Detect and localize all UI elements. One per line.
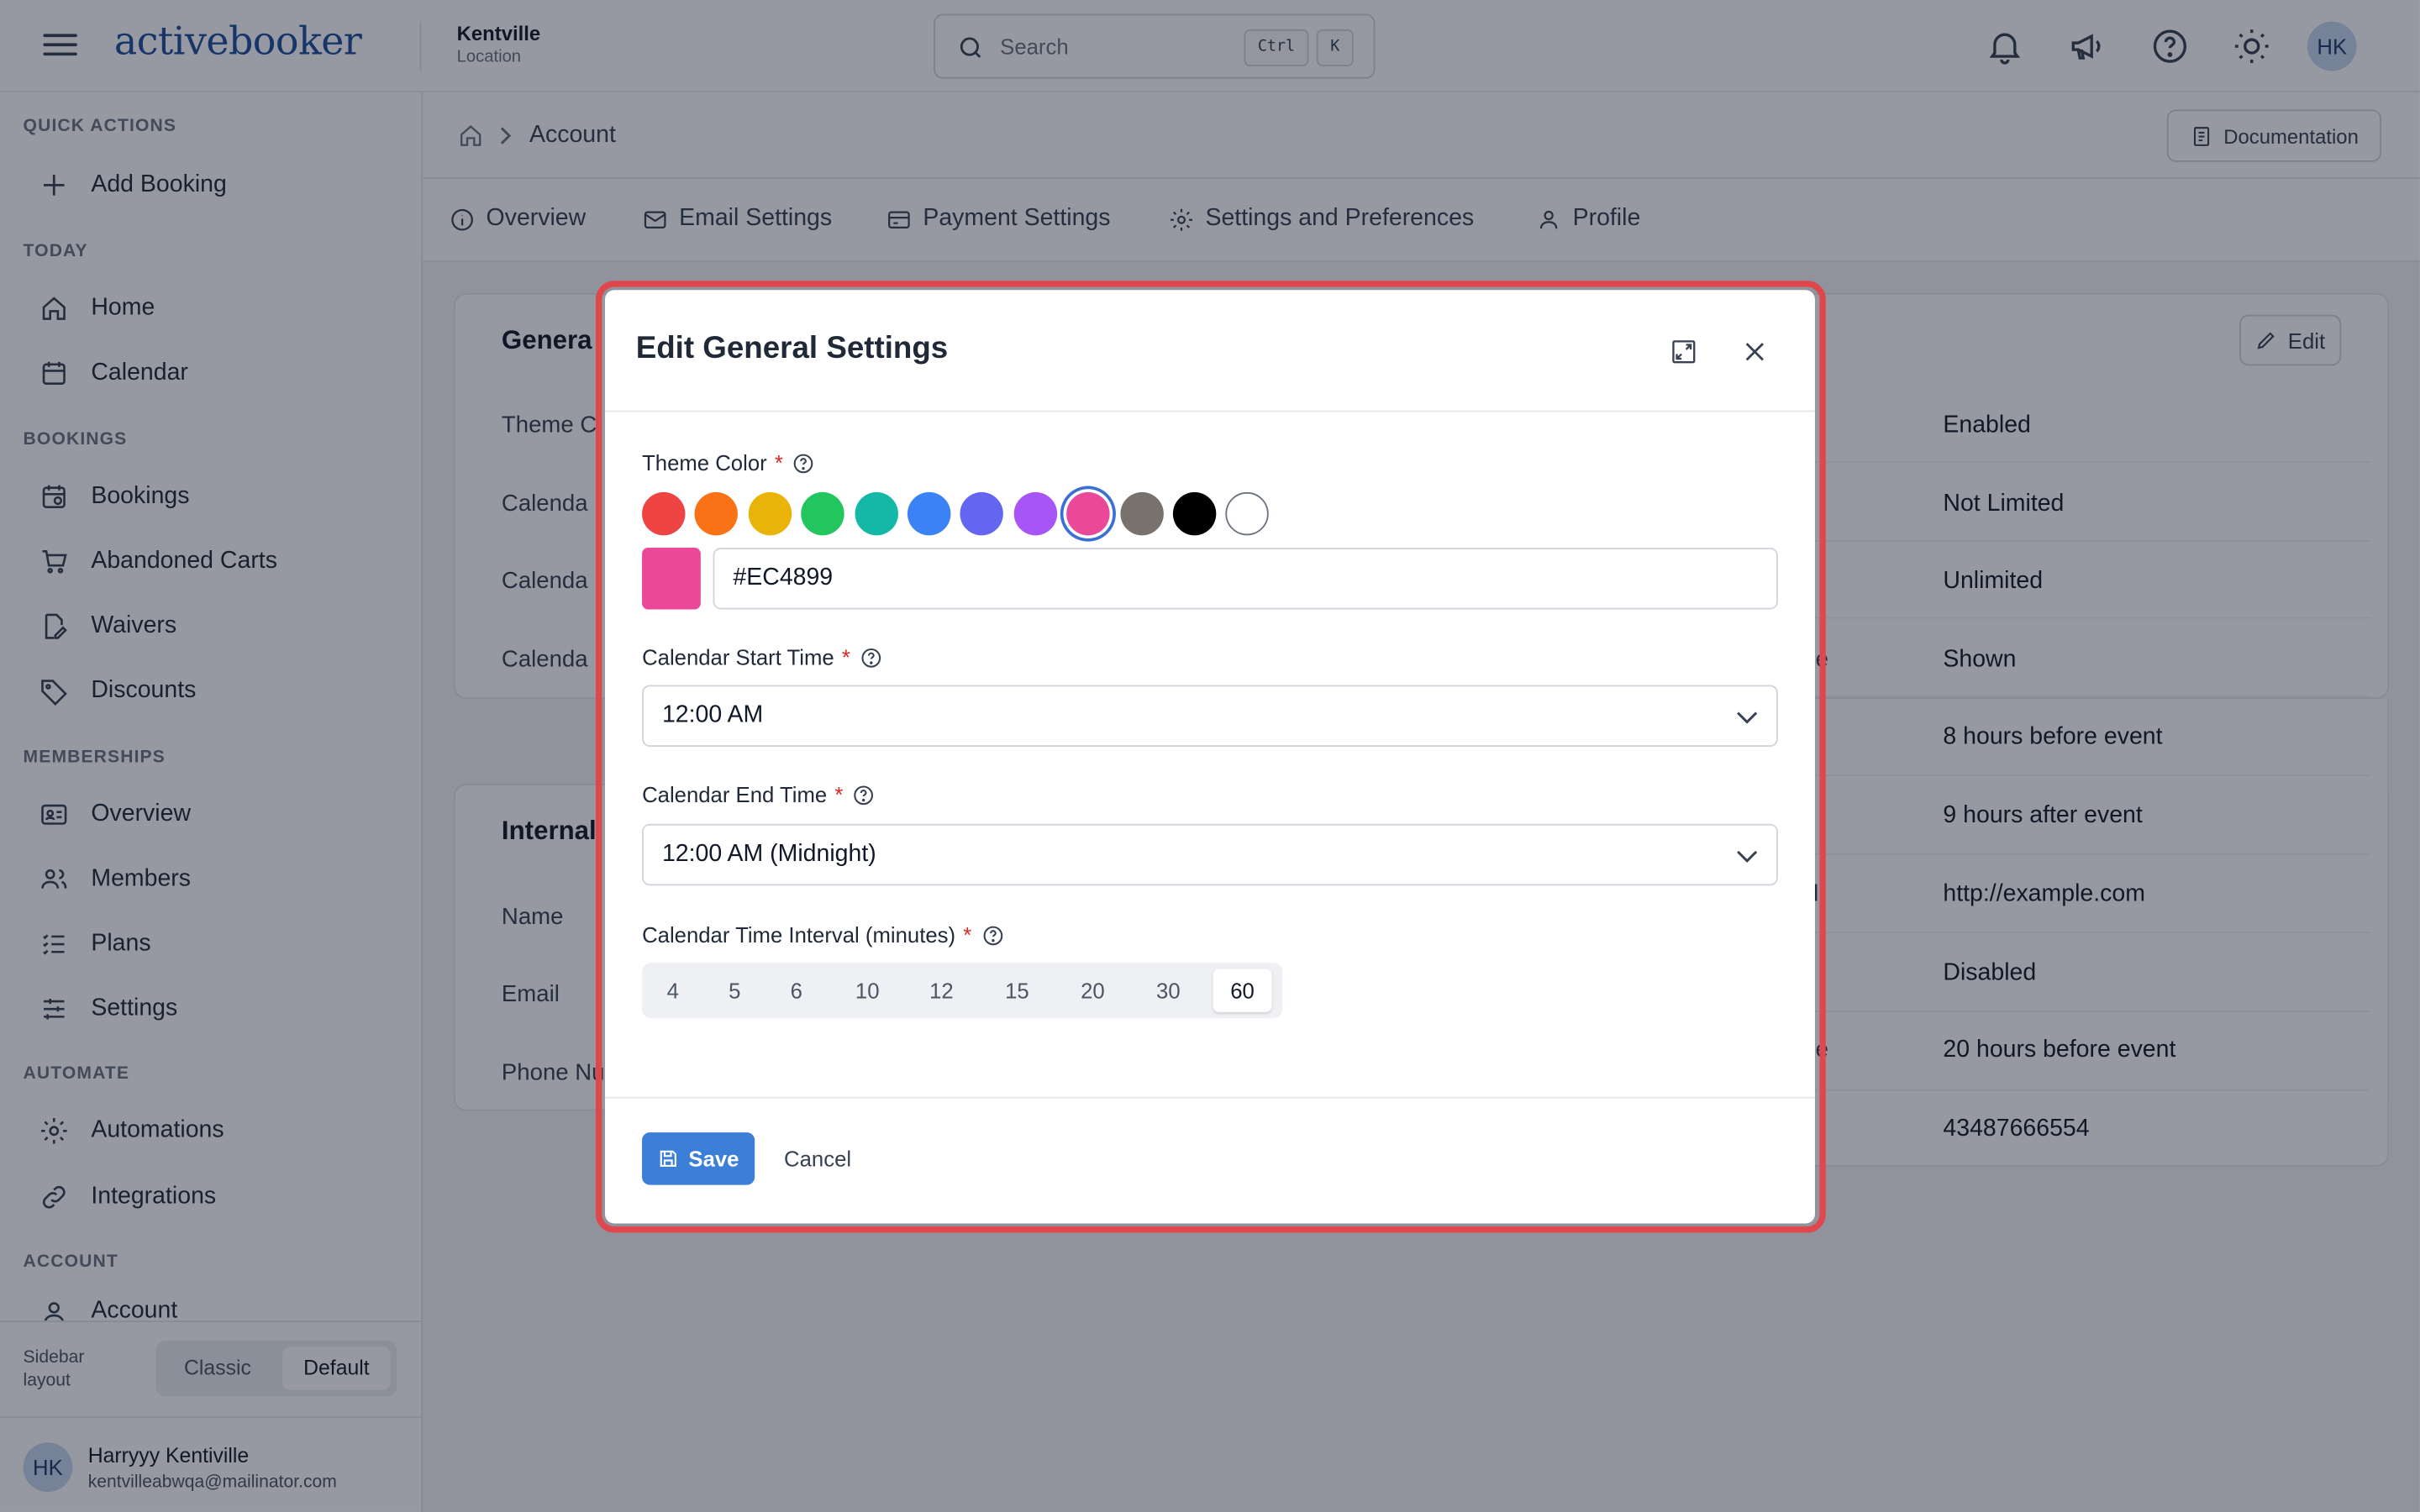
color-swatch[interactable]	[1066, 491, 1110, 536]
help-icon[interactable]	[792, 451, 816, 475]
end-time-select[interactable]: 12:00 AM (Midnight)	[642, 823, 1778, 886]
close-icon[interactable]	[1741, 338, 1769, 365]
save-label: Save	[688, 1146, 739, 1172]
select-value: 12:00 AM	[661, 701, 764, 728]
interval-option[interactable]: 30	[1140, 969, 1196, 1011]
required-mark: *	[774, 450, 783, 475]
interval-option[interactable]: 6	[771, 969, 821, 1011]
cancel-button[interactable]: Cancel	[784, 1147, 851, 1171]
edit-general-settings-modal: Edit General Settings Theme Color * #EC4…	[604, 290, 1815, 1224]
label-text: Calendar Time Interval (minutes)	[642, 922, 956, 948]
interval-option[interactable]: 15	[989, 969, 1044, 1011]
modal-footer-divider	[604, 1096, 1815, 1099]
floppy-disk-icon	[660, 1150, 677, 1168]
color-swatch[interactable]	[748, 491, 792, 536]
label-text: Calendar Start Time	[642, 644, 834, 670]
interval-option[interactable]: 20	[1065, 969, 1120, 1011]
select-value: 12:00 AM (Midnight)	[661, 841, 876, 868]
label-text: Calendar End Time	[642, 782, 828, 807]
save-button[interactable]: Save	[642, 1132, 755, 1185]
color-swatch[interactable]	[801, 491, 845, 536]
interval-label: Calendar Time Interval (minutes) *	[642, 922, 1004, 948]
required-mark: *	[841, 644, 850, 670]
interval-option[interactable]: 12	[913, 969, 969, 1011]
label-text: Theme Color	[642, 450, 767, 475]
color-swatch[interactable]	[1172, 491, 1217, 536]
color-swatch[interactable]	[1119, 491, 1164, 536]
end-time-label: Calendar End Time *	[642, 782, 876, 807]
interval-option[interactable]: 4	[648, 969, 697, 1011]
expand-icon[interactable]	[1670, 338, 1697, 365]
color-swatch[interactable]	[695, 491, 739, 536]
color-preview[interactable]	[642, 548, 701, 610]
color-swatch[interactable]	[1013, 491, 1057, 536]
modal-divider	[604, 410, 1815, 412]
interval-option[interactable]: 5	[710, 969, 760, 1011]
interval-option[interactable]: 60	[1213, 969, 1272, 1012]
interval-option[interactable]: 10	[839, 969, 895, 1011]
required-mark: *	[963, 922, 972, 948]
chevron-down-icon	[1737, 850, 1758, 863]
start-time-select[interactable]: 12:00 AM	[642, 685, 1778, 747]
modal-title: Edit General Settings	[635, 331, 949, 366]
interval-segmented-control: 4 5 6 10 12 15 20 30 60	[642, 963, 1283, 1019]
help-icon[interactable]	[981, 923, 1004, 947]
color-swatch[interactable]	[960, 491, 1004, 536]
required-mark: *	[834, 782, 844, 807]
color-swatch[interactable]	[907, 491, 951, 536]
help-icon[interactable]	[860, 646, 883, 669]
help-icon[interactable]	[852, 783, 876, 806]
color-swatch[interactable]	[1226, 491, 1270, 536]
color-swatch[interactable]	[642, 491, 686, 536]
theme-color-label: Theme Color *	[642, 450, 815, 475]
hex-color-input[interactable]: #EC4899	[713, 548, 1778, 610]
color-swatch[interactable]	[854, 491, 898, 536]
chevron-down-icon	[1737, 711, 1758, 724]
start-time-label: Calendar Start Time *	[642, 645, 882, 669]
